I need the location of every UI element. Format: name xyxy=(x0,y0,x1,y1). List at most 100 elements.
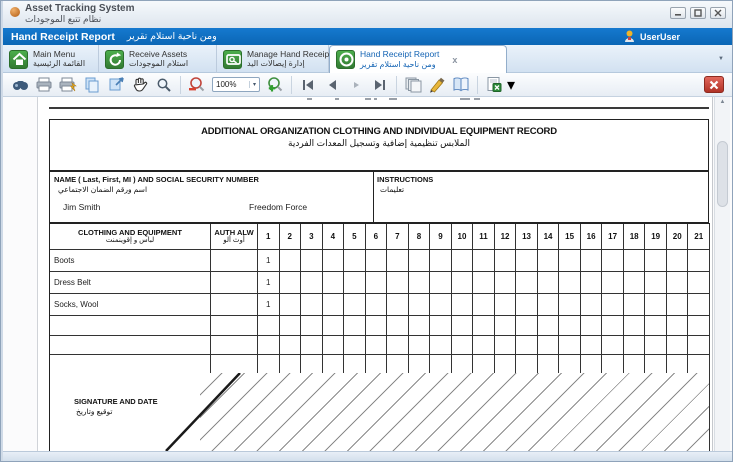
qty-cell xyxy=(409,272,431,294)
qty-cell xyxy=(430,294,452,316)
qty-cell xyxy=(667,250,689,272)
instructions-label-arabic: تعليمات xyxy=(380,185,404,194)
export-dropdown-caret-icon[interactable]: ▾ xyxy=(507,75,515,95)
item-cell: Dress Belt xyxy=(50,272,211,294)
clipped-text-fragment xyxy=(365,98,371,100)
watermark-button[interactable] xyxy=(426,75,448,95)
equipment-table: CLOTHING AND EQUIPMENTلباس و إقوينمنتAUT… xyxy=(49,223,710,374)
qty-cell xyxy=(688,316,710,336)
qty-cell xyxy=(559,336,581,355)
qty-cell xyxy=(495,250,517,272)
export-button[interactable] xyxy=(483,75,505,95)
tab-overflow-caret-icon[interactable]: ▼ xyxy=(718,56,724,62)
tab-label-ar: إدارة إيصالات اليد xyxy=(247,59,336,68)
minimize-icon xyxy=(674,9,682,17)
qty-cell xyxy=(516,294,538,316)
prev-page-button[interactable] xyxy=(321,75,343,95)
tab-labels: Main Menu القائمة الرئيسية xyxy=(33,50,85,69)
qty-cell xyxy=(538,336,560,355)
qty-cell xyxy=(538,294,560,316)
page-layout-button[interactable] xyxy=(450,75,472,95)
multiple-pages-icon xyxy=(404,76,422,93)
column-header-17: 17 xyxy=(602,224,624,250)
qty-cell xyxy=(366,355,388,374)
first-page-button[interactable] xyxy=(297,75,319,95)
qty-cell xyxy=(624,294,646,316)
signature-label: SIGNATURE AND DATE xyxy=(74,397,158,406)
window-title-arabic: نظام تتبع الموجودات xyxy=(25,14,101,25)
signature-section: SIGNATURE AND DATE توقيع وتاريخ xyxy=(49,373,710,451)
auth-cell xyxy=(211,294,258,316)
report-toolbar: 100% ▾ ▾ xyxy=(3,73,732,97)
column-header-4: 4 xyxy=(323,224,345,250)
qty-cell xyxy=(624,316,646,336)
copy-pages-button[interactable] xyxy=(81,75,103,95)
column-header-21: 21 xyxy=(688,224,710,250)
zoom-level-combo[interactable]: 100% ▾ xyxy=(212,77,260,92)
column-header-auth-alw: AUTH ALWأوث ألو xyxy=(211,224,258,250)
qty-cell xyxy=(452,355,474,374)
tab-label-en: Hand Receipt Report xyxy=(360,50,439,60)
qty-cell xyxy=(280,250,302,272)
prev-page-icon xyxy=(325,78,339,92)
qty-cell xyxy=(581,294,603,316)
qty-cell xyxy=(688,294,710,316)
column-header-12: 12 xyxy=(495,224,517,250)
auth-cell xyxy=(211,355,258,374)
qty-cell: 1 xyxy=(258,250,280,272)
qty-cell xyxy=(323,250,345,272)
auth-cell xyxy=(211,336,258,355)
hand-tool-icon xyxy=(131,76,149,93)
multiple-pages-button[interactable] xyxy=(402,75,424,95)
next-page-icon xyxy=(349,78,363,92)
column-header-20: 20 xyxy=(667,224,689,250)
qty-cell xyxy=(430,316,452,336)
report-viewer: ADDITIONAL ORGANIZATION CLOTHING AND IND… xyxy=(3,97,732,451)
next-page-button[interactable] xyxy=(345,75,367,95)
close-report-button[interactable] xyxy=(704,76,724,93)
qty-cell xyxy=(667,272,689,294)
user-chip[interactable]: UserUser xyxy=(624,29,680,44)
find-button[interactable] xyxy=(9,75,31,95)
scrollbar-thumb[interactable] xyxy=(717,141,728,207)
tab-main-menu[interactable]: Main Menu القائمة الرئيسية xyxy=(3,45,99,73)
quick-print-button[interactable] xyxy=(57,75,79,95)
chevron-down-icon[interactable]: ▾ xyxy=(249,81,259,88)
tab-close-button[interactable]: x xyxy=(452,55,457,65)
magnifier-button[interactable] xyxy=(153,75,175,95)
last-page-button[interactable] xyxy=(369,75,391,95)
qty-cell xyxy=(688,355,710,374)
hand-tool-button[interactable] xyxy=(129,75,151,95)
qty-cell xyxy=(688,250,710,272)
qty-cell xyxy=(452,336,474,355)
page-title: Hand Receipt Report xyxy=(11,31,115,43)
column-header-9: 9 xyxy=(430,224,452,250)
zoom-in-button[interactable] xyxy=(264,75,286,95)
column-header-6: 6 xyxy=(366,224,388,250)
tab-receive-assets[interactable]: Receive Assets استلام الموجودات xyxy=(99,45,217,73)
qty-cell xyxy=(688,336,710,355)
qty-cell xyxy=(387,316,409,336)
vertical-scrollbar[interactable]: ▲ xyxy=(714,97,730,451)
close-button[interactable] xyxy=(710,7,726,19)
page-setup-button[interactable] xyxy=(105,75,127,95)
qty-cell xyxy=(581,250,603,272)
tab-hand-receipt-report[interactable]: Hand Receipt Report ومن ناحية استلام تقر… xyxy=(329,45,507,73)
qty-cell xyxy=(581,272,603,294)
clipped-text-fragment xyxy=(374,98,377,100)
zoom-out-button[interactable] xyxy=(186,75,208,95)
qty-cell xyxy=(495,336,517,355)
maximize-button[interactable] xyxy=(690,7,706,19)
qty-cell xyxy=(280,355,302,374)
print-button[interactable] xyxy=(33,75,55,95)
form-title: ADDITIONAL ORGANIZATION CLOTHING AND IND… xyxy=(50,126,708,137)
scroll-up-icon[interactable]: ▲ xyxy=(715,99,730,105)
minimize-button[interactable] xyxy=(670,7,686,19)
column-header-18: 18 xyxy=(624,224,646,250)
form-title-box: ADDITIONAL ORGANIZATION CLOTHING AND IND… xyxy=(49,119,709,171)
column-header-2: 2 xyxy=(280,224,302,250)
qty-cell xyxy=(301,294,323,316)
qty-cell xyxy=(473,355,495,374)
tab-manage-hand-receipts[interactable]: Manage Hand Receipts إدارة إيصالات اليد xyxy=(217,45,329,73)
auth-cell xyxy=(211,272,258,294)
